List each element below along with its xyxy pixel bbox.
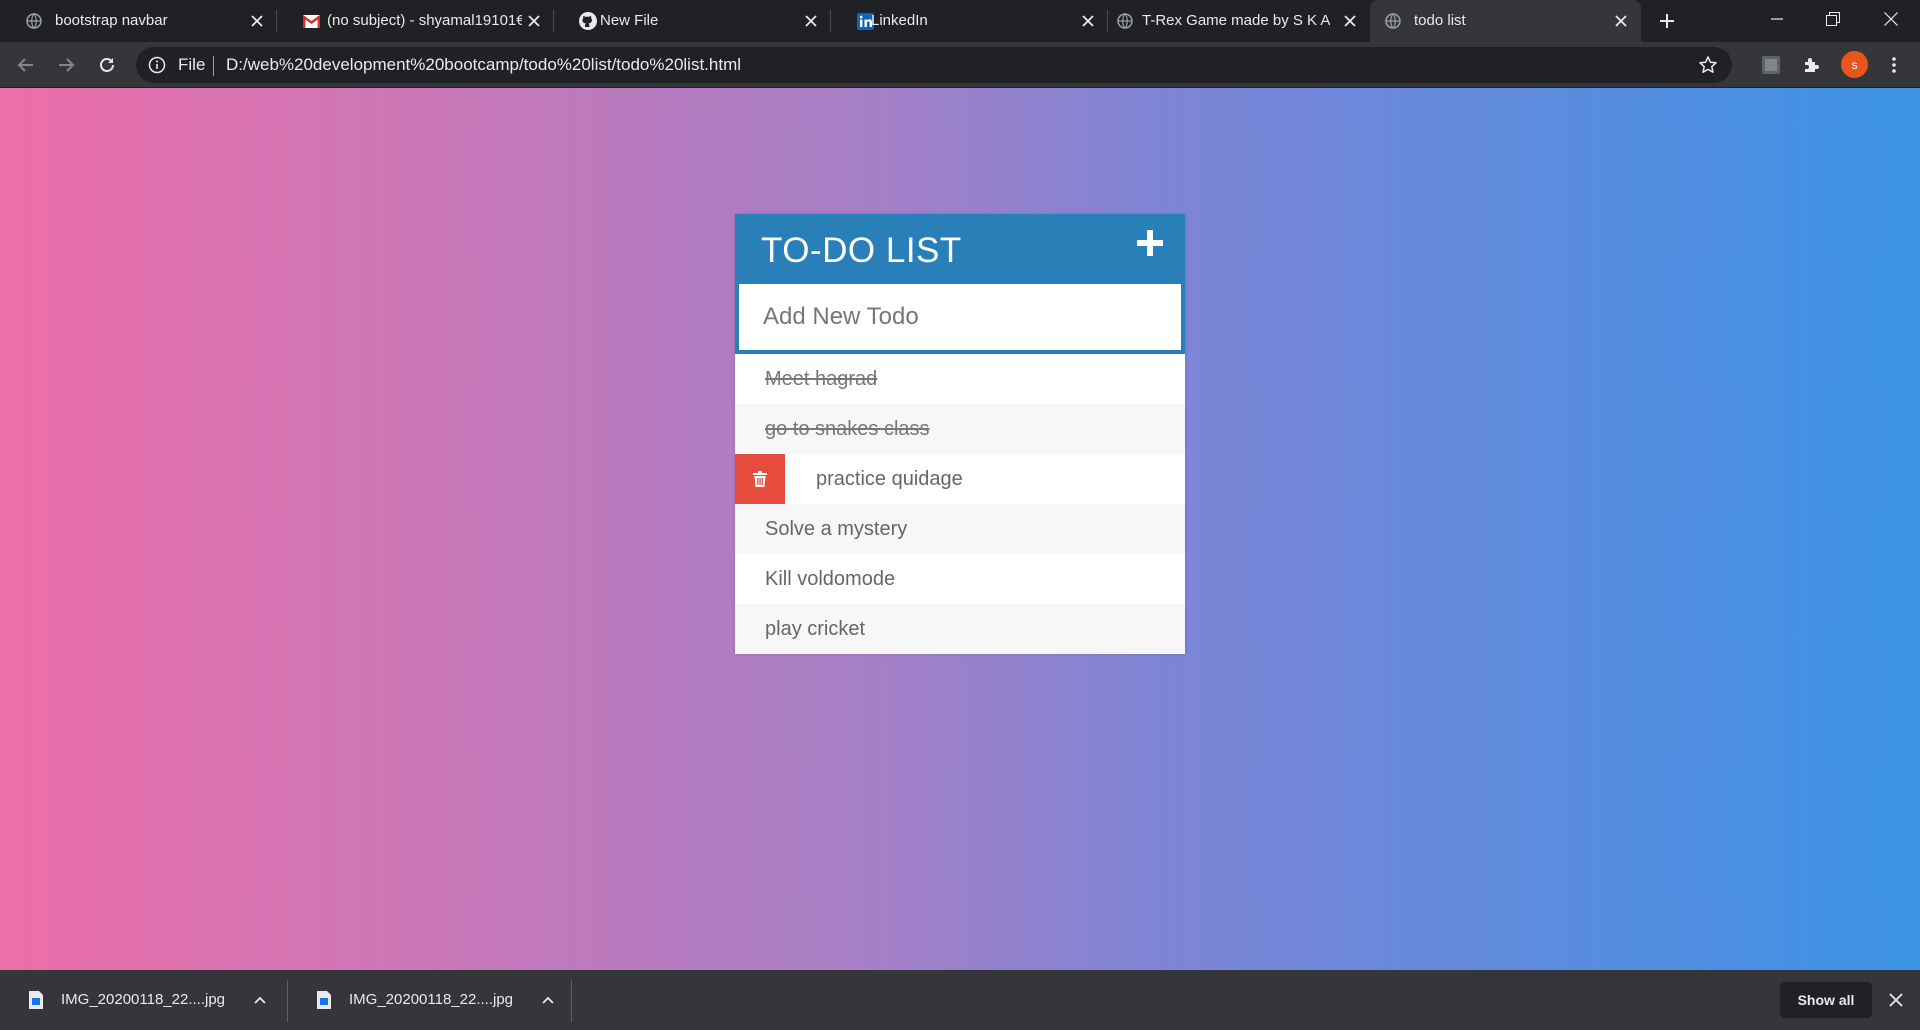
download-bar: IMG_20200118_22....jpg IMG_20200118_22..…	[0, 970, 1920, 1030]
plus-icon	[1137, 230, 1163, 256]
todo-item[interactable]: Kill voldomode	[735, 554, 1185, 604]
tab-trex-game[interactable]: T-Rex Game made by S K Ag	[1108, 0, 1370, 42]
puzzle-icon	[1805, 58, 1819, 72]
image-file-icon	[29, 991, 43, 1009]
tab-title: (no subject) - shyamal19101€	[327, 12, 522, 29]
close-tab-icon[interactable]	[801, 11, 821, 31]
globe-icon	[25, 12, 43, 30]
todo-item[interactable]: Meet hagrad	[735, 354, 1185, 404]
profile-avatar[interactable]: s	[1841, 51, 1868, 78]
download-separator	[571, 980, 572, 1022]
tab-title: T-Rex Game made by S K Ag	[1142, 12, 1330, 29]
tab-title: New File	[600, 12, 659, 29]
todo-item-text: Solve a mystery	[765, 518, 908, 540]
chevron-up-icon[interactable]	[250, 990, 270, 1010]
todo-header: TO-DO LIST	[735, 214, 1185, 284]
tab-bootstrap-navbar[interactable]: bootstrap navbar	[0, 0, 277, 42]
extension-page-icon	[1762, 56, 1780, 74]
todo-item-text: go to snakes class	[765, 418, 930, 440]
restore-icon	[1826, 12, 1840, 26]
todo-card: TO-DO LIST Meet hagrad go to snakes clas…	[735, 214, 1185, 654]
todo-item[interactable]: Solve a mystery	[735, 504, 1185, 554]
forward-arrow-icon	[59, 58, 75, 72]
close-tab-icon[interactable]	[524, 11, 544, 31]
download-item[interactable]: IMG_20200118_22....jpg	[288, 970, 572, 1030]
image-file-icon	[317, 991, 331, 1009]
reload-button[interactable]	[95, 53, 119, 77]
close-icon	[1884, 12, 1898, 26]
back-arrow-icon	[17, 58, 33, 72]
back-button[interactable]	[14, 53, 38, 77]
close-icon[interactable]	[1886, 990, 1906, 1010]
todo-item[interactable]: go to snakes class	[735, 404, 1185, 454]
download-filename: IMG_20200118_22....jpg	[349, 991, 514, 1008]
todo-item-text: Meet hagrad	[765, 368, 878, 390]
close-tab-icon[interactable]	[247, 11, 267, 31]
new-todo-input[interactable]	[735, 284, 1185, 354]
toggle-input-button[interactable]	[1135, 228, 1165, 258]
page-viewport: TO-DO LIST Meet hagrad go to snakes clas…	[0, 88, 1920, 970]
extensions-menu-button[interactable]	[1800, 53, 1824, 77]
tab-strip: bootstrap navbar (no subject) - shyamal1…	[0, 0, 1920, 42]
globe-icon	[1116, 12, 1134, 30]
close-tab-icon[interactable]	[1078, 11, 1098, 31]
tab-github-new-file[interactable]: New File	[554, 0, 831, 42]
todo-title: TO-DO LIST	[761, 231, 962, 270]
download-item[interactable]: IMG_20200118_22....jpg	[0, 970, 288, 1030]
window-close-button[interactable]	[1876, 6, 1906, 32]
extension-button[interactable]	[1759, 53, 1783, 77]
address-bar[interactable]: File D:/web%20development%20bootcamp/tod…	[136, 47, 1732, 83]
todo-item-text: Kill voldomode	[765, 568, 896, 590]
forward-button[interactable]	[54, 53, 78, 77]
trash-icon	[753, 471, 767, 487]
gmail-icon	[302, 12, 320, 30]
browser-toolbar: File D:/web%20development%20bootcamp/tod…	[0, 42, 1920, 88]
tab-todo-list[interactable]: todo list	[1370, 0, 1641, 42]
browser-menu-button[interactable]	[1882, 53, 1906, 77]
tab-title: bootstrap navbar	[55, 12, 168, 29]
todo-list: Meet hagrad go to snakes class practice …	[735, 354, 1185, 654]
todo-item-text: play cricket	[765, 618, 866, 640]
new-tab-button[interactable]	[1655, 9, 1679, 33]
plus-icon	[1660, 14, 1674, 28]
todo-item[interactable]: play cricket	[735, 604, 1185, 654]
minimize-icon	[1771, 18, 1783, 20]
minimize-button[interactable]	[1762, 6, 1792, 32]
url-scheme-label: File	[178, 55, 206, 74]
info-icon[interactable]	[148, 56, 166, 74]
restore-button[interactable]	[1818, 6, 1848, 32]
kebab-menu-icon	[1892, 57, 1896, 73]
todo-item-text: practice quidage	[816, 468, 963, 490]
tab-gmail[interactable]: (no subject) - shyamal19101€	[277, 0, 554, 42]
close-tab-icon[interactable]	[1611, 11, 1631, 31]
tab-linkedin[interactable]: LinkedIn	[831, 0, 1108, 42]
tab-title: LinkedIn	[871, 12, 928, 29]
delete-todo-button[interactable]	[735, 454, 785, 504]
download-filename: IMG_20200118_22....jpg	[61, 991, 226, 1008]
todo-item[interactable]: practice quidage	[735, 454, 1185, 504]
reload-icon	[100, 58, 114, 72]
bookmark-star-icon[interactable]	[1698, 55, 1718, 75]
close-tab-icon[interactable]	[1340, 11, 1360, 31]
globe-icon	[1384, 12, 1402, 30]
url-text[interactable]: D:/web%20development%20bootcamp/todo%20l…	[226, 56, 741, 74]
chevron-up-icon[interactable]	[538, 990, 558, 1010]
github-icon	[579, 12, 597, 30]
url-divider	[213, 56, 214, 76]
tab-title: todo list	[1414, 12, 1466, 29]
show-all-downloads-button[interactable]: Show all	[1780, 982, 1872, 1018]
